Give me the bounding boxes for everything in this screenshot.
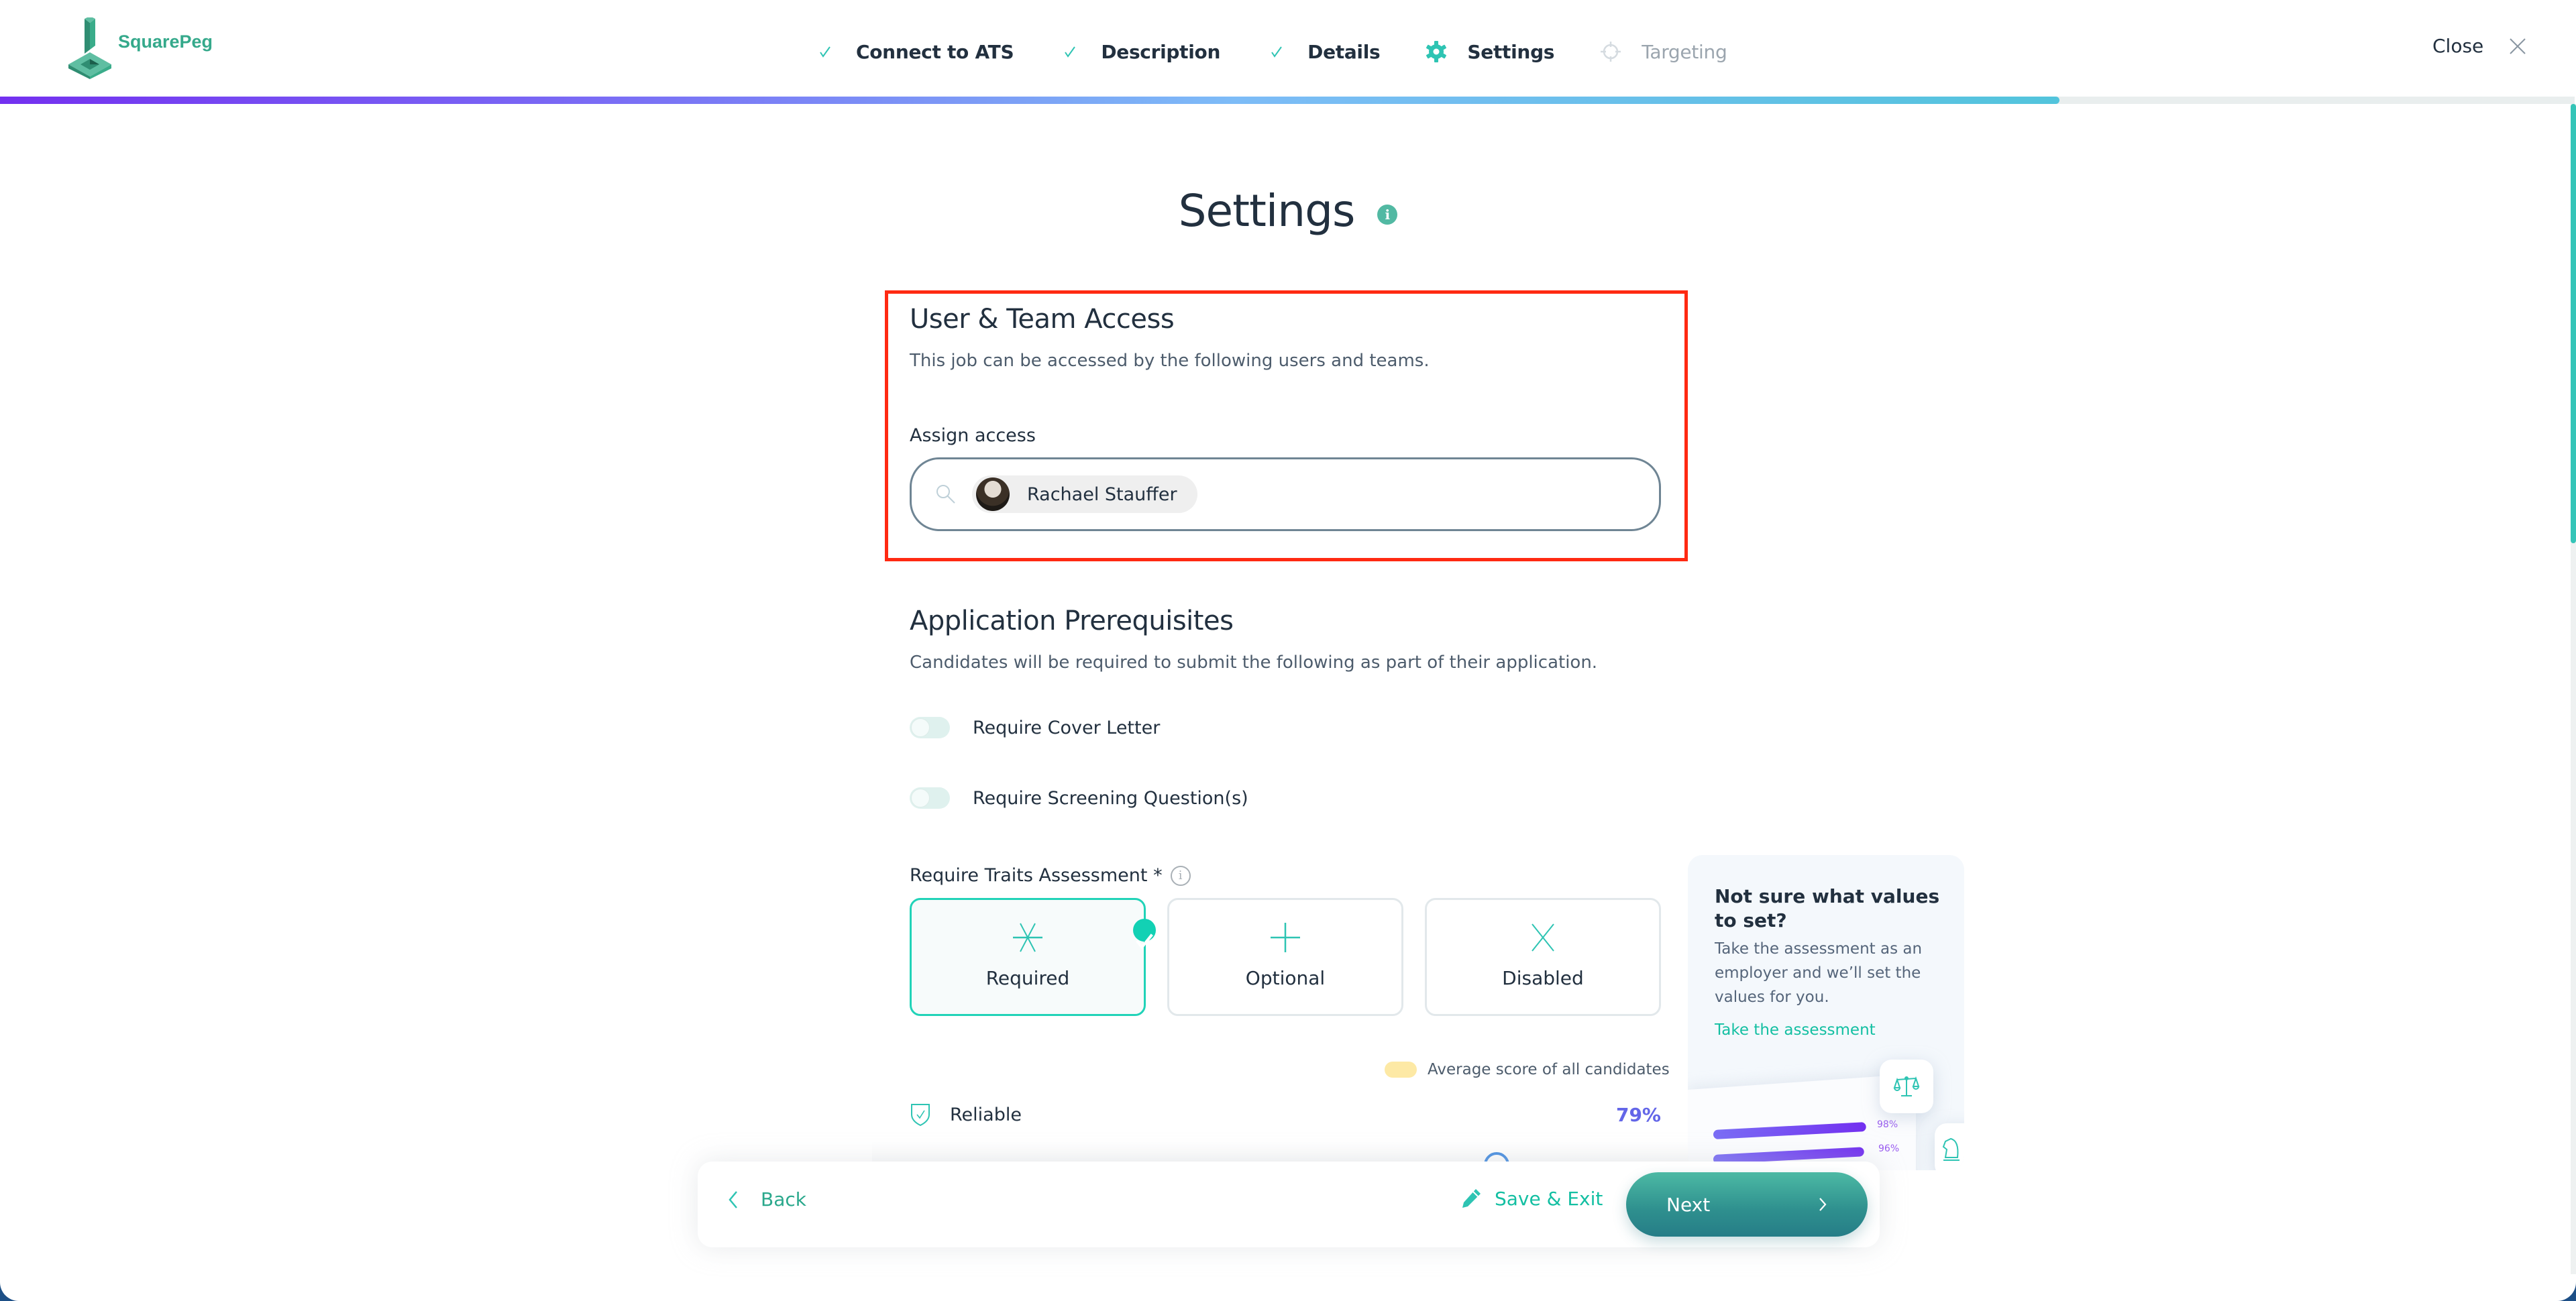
assign-access-label: Assign access <box>910 425 1036 446</box>
plus-icon <box>1271 923 1300 952</box>
option-label: Required <box>985 967 1070 989</box>
assign-access-input[interactable]: Rachael Stauffer <box>910 457 1661 531</box>
step-description[interactable]: Description <box>1057 38 1220 65</box>
step-label: Description <box>1101 40 1221 63</box>
top-header: SquarePeg Connect to ATS Description Det… <box>0 0 2576 97</box>
check-icon <box>1057 38 1083 65</box>
x-icon <box>1532 923 1554 952</box>
preview-value: 96% <box>1878 1143 1900 1154</box>
legend-label: Average score of all candidates <box>1428 1061 1670 1078</box>
traits-option-disabled[interactable]: Disabled <box>1425 898 1661 1016</box>
close-label: Close <box>2432 35 2484 57</box>
step-targeting[interactable]: Targeting <box>1597 38 1727 65</box>
trait-value: 79% <box>1615 1103 1661 1126</box>
traits-option-optional[interactable]: Optional <box>1167 898 1403 1016</box>
option-label: Disabled <box>1502 967 1584 989</box>
squarepeg-logo-icon <box>68 17 111 79</box>
check-icon <box>812 38 839 65</box>
avatar <box>976 477 1010 511</box>
traits-assessment-label: Require Traits Assessment * i <box>910 865 1191 886</box>
page-scrollbar[interactable] <box>2571 104 2576 1301</box>
tip-body: Take the assessment as an employer and w… <box>1715 940 1923 1006</box>
window-corner <box>0 1274 27 1301</box>
take-assessment-link[interactable]: Take the assessment <box>1715 1021 1876 1039</box>
tip-title: Not sure what values to set? <box>1715 885 1940 931</box>
application-prerequisites-section: Application Prerequisites Candidates wil… <box>910 606 1661 673</box>
assign-access-label-wrap: Assign access <box>910 425 1661 446</box>
require-screening-questions-toggle[interactable] <box>910 787 950 809</box>
assigned-user-chip[interactable]: Rachael Stauffer <box>972 475 1197 513</box>
wizard-progress-bar <box>0 97 2575 104</box>
page-title: Settings i <box>0 185 2576 237</box>
wizard-steps: Connect to ATS Description Details Setti… <box>812 35 1770 68</box>
step-label: Connect to ATS <box>856 40 1014 63</box>
selected-check-icon <box>1133 919 1156 950</box>
step-label: Targeting <box>1642 40 1727 63</box>
chevron-right-icon <box>1819 1198 1827 1211</box>
search-icon <box>936 485 955 504</box>
save-exit-button[interactable]: Save & Exit <box>1460 1187 1603 1210</box>
bottom-action-bar: Back Save & Exit Next <box>698 1162 1880 1247</box>
legend-swatch <box>1385 1062 1417 1078</box>
shield-check-icon <box>911 1104 930 1127</box>
step-connect-to-ats[interactable]: Connect to ATS <box>812 38 1014 65</box>
asterisk-icon <box>1013 923 1042 952</box>
traits-option-required[interactable]: Required <box>910 898 1156 1016</box>
page-title-text: Settings <box>1178 185 1356 237</box>
step-settings[interactable]: Settings <box>1423 38 1554 65</box>
check-icon <box>1263 38 1290 65</box>
require-cover-letter-row: Require Cover Letter <box>910 717 1160 738</box>
step-details[interactable]: Details <box>1263 38 1381 65</box>
brand-name: SquarePeg <box>118 31 213 52</box>
info-icon[interactable]: i <box>1170 865 1191 886</box>
window-corner <box>2549 1274 2576 1301</box>
next-label: Next <box>1666 1193 1711 1216</box>
user-team-access-section: User & Team Access This job can be acces… <box>910 304 1661 371</box>
section-description: This job can be accessed by the followin… <box>910 351 1430 371</box>
section-description: Candidates will be required to submit th… <box>910 653 1598 673</box>
require-cover-letter-toggle[interactable] <box>910 717 950 738</box>
progress-fill <box>0 97 2060 104</box>
preview-value: 98% <box>1877 1119 1898 1130</box>
back-label: Back <box>761 1188 806 1210</box>
knight-tile <box>1935 1123 1964 1170</box>
scales-tile <box>1880 1060 1933 1113</box>
save-exit-label: Save & Exit <box>1495 1187 1603 1210</box>
trait-name: Reliable <box>950 1104 1022 1125</box>
toggle-label: Require Cover Letter <box>973 717 1161 738</box>
gear-icon <box>1423 38 1450 65</box>
squarepeg-logo[interactable]: SquarePeg <box>64 17 213 79</box>
chess-knight-icon <box>1942 1137 1960 1161</box>
chevron-left-icon <box>729 1190 737 1208</box>
section-title: Application Prerequisites <box>910 606 1234 636</box>
step-label: Settings <box>1467 40 1555 63</box>
step-label: Details <box>1307 40 1381 63</box>
require-screening-questions-row: Require Screening Question(s) <box>910 787 1248 809</box>
info-icon[interactable]: i <box>1377 204 1398 225</box>
toggle-label: Require Screening Question(s) <box>973 787 1248 809</box>
close-button[interactable]: Close <box>2432 35 2526 57</box>
trait-row-reliable: Reliable 79% <box>910 1102 1661 1127</box>
assessment-tip-card: Not sure what values to set? Take the as… <box>1688 855 1964 1170</box>
back-button[interactable]: Back <box>727 1188 806 1210</box>
assigned-user-name: Rachael Stauffer <box>1027 484 1177 505</box>
pencil-icon <box>1462 1189 1481 1208</box>
next-button[interactable]: Next <box>1626 1172 1868 1237</box>
section-title: User & Team Access <box>910 304 1175 335</box>
close-icon <box>2510 38 2526 54</box>
average-score-legend: Average score of all candidates <box>1385 1061 1670 1078</box>
scrollbar-thumb[interactable] <box>2571 104 2576 543</box>
crosshair-icon <box>1597 38 1624 65</box>
traits-label-text: Require Traits Assessment * <box>910 865 1163 886</box>
scales-icon <box>1893 1076 1920 1096</box>
option-label: Optional <box>1245 967 1326 989</box>
